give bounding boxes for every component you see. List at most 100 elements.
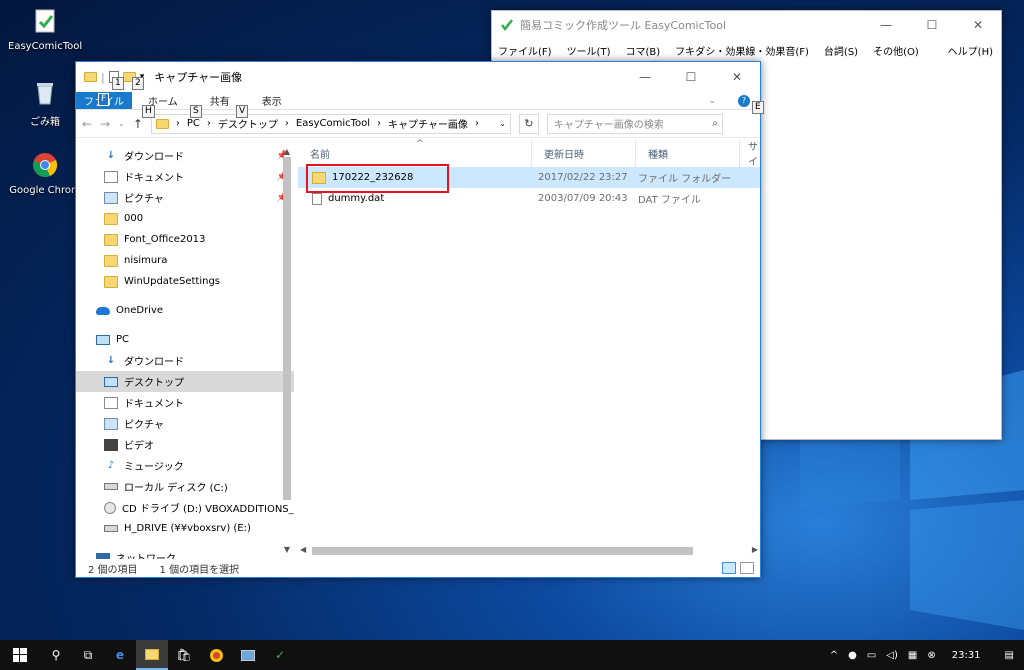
start-button[interactable] bbox=[0, 640, 40, 670]
maximize-button[interactable]: ☐ bbox=[668, 63, 714, 91]
back-arrow-icon[interactable]: ← bbox=[82, 117, 92, 131]
ect-maximize-button[interactable]: ☐ bbox=[909, 11, 955, 39]
tab-view[interactable]: 表示 bbox=[246, 92, 298, 109]
keytip-home: H bbox=[142, 105, 155, 118]
people-icon[interactable]: ● bbox=[848, 650, 857, 661]
keytip-2: 2 bbox=[132, 77, 144, 90]
column-date[interactable]: 更新日時 bbox=[532, 139, 636, 167]
nav-item-local-disk[interactable]: ローカル ディスク (C:) bbox=[76, 476, 294, 497]
nav-item-onedrive[interactable]: OneDrive bbox=[76, 300, 294, 321]
search-input[interactable]: キャプチャー画像の検索 ⌕ bbox=[546, 113, 723, 134]
ect-titlebar[interactable]: 簡易コミック作成ツール EasyComicTool — ☐ ✕ bbox=[492, 11, 1001, 39]
nav-item-quick-download[interactable]: ↓ ダウンロード 📌 bbox=[76, 145, 294, 166]
content-hscrollbar[interactable]: ◀ ▶ bbox=[298, 545, 760, 557]
ime-off-icon[interactable]: ⊗ bbox=[927, 650, 935, 661]
nav-item-h-drive[interactable]: H_DRIVE (¥¥vboxsrv) (E:) bbox=[76, 518, 294, 539]
volume-icon[interactable]: ◁) bbox=[886, 650, 898, 661]
nav-item-pc[interactable]: PC bbox=[76, 329, 294, 350]
notification-icon[interactable]: ▤ bbox=[1005, 650, 1014, 661]
desktop-icon-recycle-bin[interactable]: ごみ箱 bbox=[8, 80, 82, 128]
menu-file[interactable]: ファイル(F) bbox=[498, 43, 552, 58]
file-name: dummy.dat bbox=[328, 193, 385, 204]
network-status-icon[interactable]: ▭ bbox=[867, 650, 876, 661]
easycomictool-taskbar-icon[interactable]: ✓ bbox=[264, 640, 296, 670]
large-icons-view-icon[interactable] bbox=[740, 562, 754, 574]
recent-chevron-icon[interactable]: ⌄ bbox=[118, 119, 125, 128]
nav-item-000[interactable]: 000 bbox=[76, 208, 294, 229]
desktop-icon-chrome[interactable]: Google Chrom bbox=[8, 152, 82, 196]
breadcrumb-desktop[interactable]: デスクトップ bbox=[218, 116, 278, 131]
desktop-icon-label: EasyComicTool bbox=[8, 41, 83, 52]
scroll-right-icon[interactable]: ▶ bbox=[752, 545, 758, 554]
column-name[interactable]: 名前 bbox=[298, 139, 532, 167]
menu-fukidashi[interactable]: フキダシ・効果線・効果音(F) bbox=[675, 43, 809, 58]
nav-item-font-office[interactable]: Font_Office2013 bbox=[76, 229, 294, 250]
pictures-icon bbox=[104, 191, 118, 204]
show-hidden-icons-icon[interactable]: ^ bbox=[830, 650, 838, 661]
keytip-share: S bbox=[190, 105, 202, 118]
nav-item-pc-videos[interactable]: ビデオ bbox=[76, 434, 294, 455]
nav-item-pc-download[interactable]: ↓ ダウンロード bbox=[76, 350, 294, 371]
separator: | bbox=[101, 70, 105, 84]
up-arrow-icon[interactable]: ↑ bbox=[133, 117, 143, 131]
music-icon: ♪ bbox=[107, 459, 115, 471]
scrollbar-thumb[interactable] bbox=[283, 157, 291, 500]
file-explorer-taskbar-icon[interactable] bbox=[136, 640, 168, 670]
scroll-down-icon[interactable]: ▼ bbox=[281, 545, 293, 554]
ect-minimize-button[interactable]: — bbox=[863, 11, 909, 39]
nav-item-pc-music[interactable]: ♪ ミュージック bbox=[76, 455, 294, 476]
clock[interactable]: 23:31 bbox=[952, 650, 981, 661]
nav-item-quick-documents[interactable]: ドキュメント📌 bbox=[76, 166, 294, 187]
desktop-icon bbox=[104, 376, 118, 387]
status-bar: 2 個の項目 1 個の項目を選択 bbox=[76, 559, 760, 577]
menu-tools[interactable]: ツール(T) bbox=[567, 43, 611, 58]
task-view-icon[interactable]: ⧉ bbox=[72, 640, 104, 670]
column-type[interactable]: 種類 bbox=[636, 139, 740, 167]
scroll-left-icon[interactable]: ◀ bbox=[300, 545, 306, 554]
address-bar-row: ← → ⌄ ↑ › PC › デスクトップ › EasyComicTool › … bbox=[76, 110, 760, 138]
search-taskbar-icon[interactable]: ⚲ bbox=[40, 640, 72, 670]
chrome-taskbar-icon[interactable] bbox=[200, 640, 232, 670]
nav-item-pc-documents[interactable]: ドキュメント bbox=[76, 392, 294, 413]
nav-scrollbar[interactable]: ▲ ▼ bbox=[281, 147, 293, 557]
ribbon-expand-icon[interactable]: ⌄ bbox=[708, 92, 716, 109]
scrollbar-thumb[interactable] bbox=[312, 547, 693, 555]
breadcrumb-pc[interactable]: PC bbox=[187, 118, 200, 129]
breadcrumb-easycomictool[interactable]: EasyComicTool bbox=[296, 118, 370, 129]
close-button[interactable]: ✕ bbox=[714, 63, 760, 91]
nav-item-pc-desktop[interactable]: デスクトップ bbox=[76, 371, 294, 392]
breadcrumb-capture[interactable]: キャプチャー画像 bbox=[388, 116, 468, 131]
explorer-titlebar[interactable]: | ▾ キャプチャー画像 — ☐ ✕ bbox=[76, 62, 760, 92]
nav-item-nisimura[interactable]: nisimura bbox=[76, 250, 294, 271]
onedrive-icon bbox=[96, 306, 110, 315]
nav-item-network[interactable]: ネットワーク bbox=[76, 547, 294, 559]
details-view-icon[interactable] bbox=[722, 562, 736, 574]
nav-item-pc-pictures[interactable]: ピクチャ bbox=[76, 413, 294, 434]
easycomictool-icon bbox=[35, 9, 55, 33]
edge-icon[interactable]: e bbox=[104, 640, 136, 670]
menu-help[interactable]: ヘルプ(H) bbox=[948, 43, 993, 58]
nav-item-cd-drive[interactable]: CD ドライブ (D:) VBOXADDITIONS_5 bbox=[76, 497, 294, 518]
address-dropdown-icon[interactable]: ⌄ bbox=[499, 119, 506, 128]
ect-close-button[interactable]: ✕ bbox=[955, 11, 1001, 39]
folder-icon bbox=[104, 212, 118, 225]
keyboard-icon[interactable]: ▦ bbox=[908, 650, 917, 661]
refresh-button[interactable]: ↻ bbox=[518, 113, 539, 134]
minimize-button[interactable]: — bbox=[622, 63, 668, 91]
menu-koma[interactable]: コマ(B) bbox=[625, 43, 660, 58]
address-bar[interactable]: › PC › デスクトップ › EasyComicTool › キャプチャー画像… bbox=[150, 113, 511, 134]
menu-serifu[interactable]: 台詞(S) bbox=[824, 43, 858, 58]
forward-arrow-icon[interactable]: → bbox=[100, 117, 110, 131]
column-size[interactable]: サイ bbox=[740, 139, 760, 168]
store-icon[interactable]: 🛍 bbox=[168, 640, 200, 670]
nav-label: WinUpdateSettings bbox=[124, 276, 221, 287]
scroll-up-icon[interactable]: ▲ bbox=[281, 147, 293, 156]
menu-other[interactable]: その他(O) bbox=[873, 43, 919, 58]
picture-app-icon[interactable] bbox=[232, 640, 264, 670]
nav-item-winupdatesettings[interactable]: WinUpdateSettings bbox=[76, 271, 294, 292]
desktop-icon-label: Google Chrom bbox=[9, 185, 81, 196]
help-icon[interactable]: ? bbox=[738, 94, 750, 107]
desktop-icon-easycomictool[interactable]: EasyComicTool bbox=[8, 8, 82, 52]
folder-icon bbox=[84, 72, 97, 82]
nav-item-quick-pictures[interactable]: ピクチャ📌 bbox=[76, 187, 294, 208]
